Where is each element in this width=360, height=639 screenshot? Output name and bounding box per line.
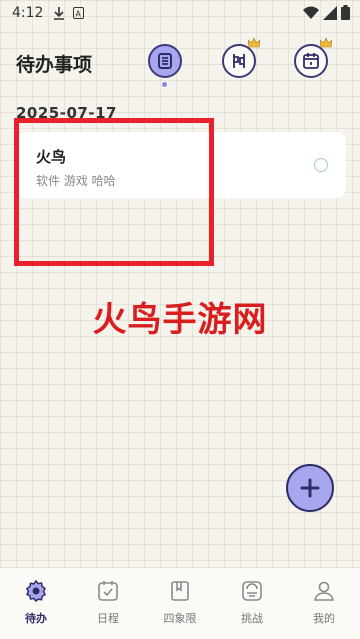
add-task-button[interactable]	[286, 464, 334, 512]
schedule-icon	[98, 581, 118, 601]
tab-label: 待办	[25, 612, 47, 625]
todo-gear-icon	[25, 579, 46, 603]
tab-todo[interactable]: 待办	[0, 568, 72, 639]
tab-profile[interactable]: 我的	[288, 568, 360, 639]
kanban-icon	[233, 54, 245, 68]
list-icon	[158, 53, 172, 69]
tab-schedule[interactable]: 日程	[72, 568, 144, 639]
tab-label: 我的	[313, 612, 335, 625]
crown-icon	[248, 38, 260, 48]
wifi-icon	[303, 6, 319, 19]
page-title: 待办事项	[16, 54, 93, 76]
calendar-icon	[303, 53, 319, 69]
a-badge-icon: A	[73, 7, 85, 19]
tab-label: 四象限	[163, 612, 197, 625]
tab-challenge[interactable]: 挑战	[216, 568, 288, 639]
quadrant-icon	[171, 581, 189, 601]
highlight-box	[14, 118, 214, 266]
list-view-button[interactable]	[148, 44, 182, 78]
active-indicator-dot	[162, 82, 167, 87]
watermark-text: 火鸟手游网	[92, 300, 268, 340]
bottom-tab-bar: 待办 日程 四象限 挑战 我的	[0, 567, 360, 639]
status-time: 4:12	[12, 5, 44, 21]
profile-icon	[314, 581, 334, 601]
challenge-icon	[242, 581, 262, 601]
task-complete-checkbox[interactable]	[314, 158, 328, 172]
kanban-view-button[interactable]	[222, 38, 260, 78]
tab-label: 日程	[97, 612, 119, 625]
tab-quadrant[interactable]: 四象限	[144, 568, 216, 639]
svg-text:A: A	[76, 10, 82, 19]
calendar-view-button[interactable]	[294, 38, 332, 78]
signal-icon	[323, 5, 337, 20]
header: 待办事项	[0, 38, 360, 87]
battery-icon	[341, 5, 350, 20]
status-bar: 4:12 A	[0, 0, 360, 26]
plus-icon	[300, 478, 320, 498]
tab-label: 挑战	[241, 612, 263, 625]
crown-icon	[320, 38, 332, 48]
download-icon	[54, 7, 65, 20]
